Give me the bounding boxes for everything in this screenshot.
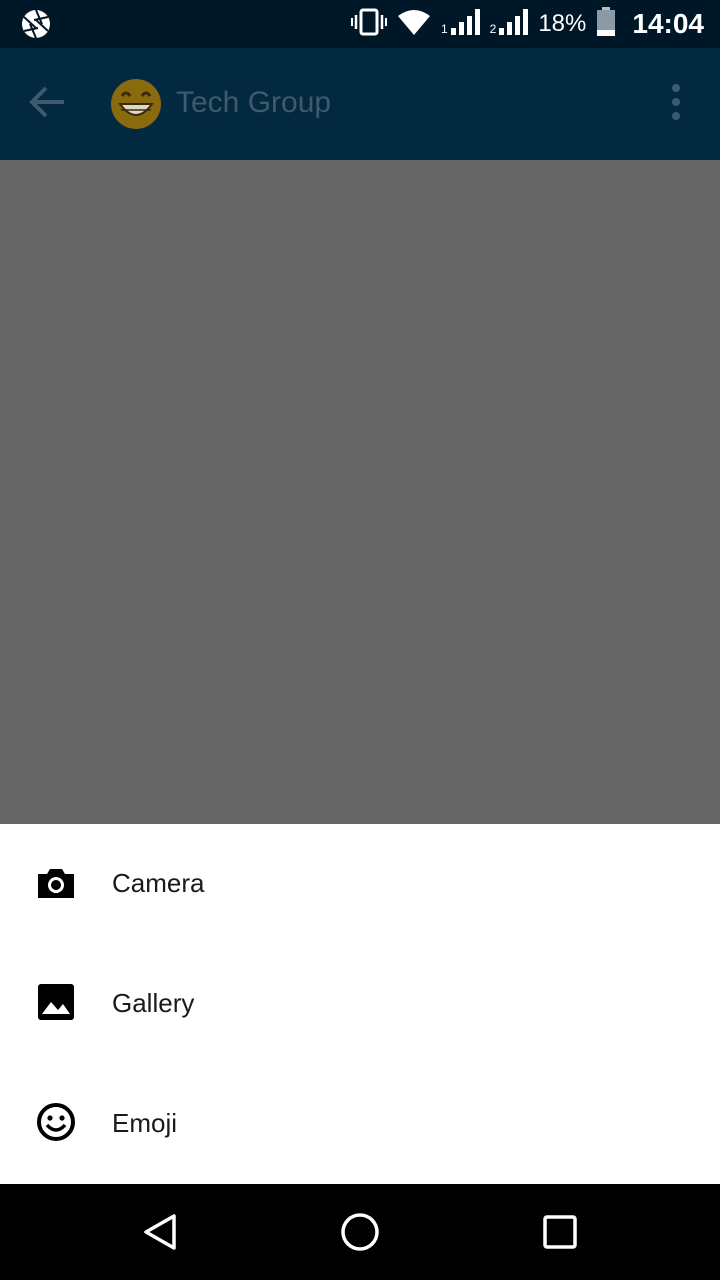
wifi-icon [397, 8, 431, 41]
signal-icon [498, 8, 529, 41]
sim1-label: 1 [440, 22, 448, 36]
nav-recents-button[interactable] [538, 1210, 582, 1254]
vibrate-icon [350, 8, 387, 41]
more-vert-icon [672, 84, 680, 120]
overflow-menu-button[interactable] [660, 82, 692, 122]
arrow-back-icon [29, 86, 64, 118]
system-nav-bar [0, 1184, 720, 1280]
camera-icon [36, 862, 76, 902]
camera-aperture-icon [20, 8, 52, 40]
battery-percent: 18% [538, 10, 587, 37]
app-bar: Tech Group [0, 48, 720, 160]
sheet-item-label: Camera [112, 868, 205, 898]
nav-back-button[interactable] [138, 1210, 182, 1254]
home-circle-icon [341, 1213, 379, 1251]
sheet-item-label: Gallery [112, 988, 195, 1018]
sheet-item-emoji[interactable]: Emoji [0, 1064, 720, 1184]
status-bar: 1 2 18% 14:04 [0, 0, 720, 48]
attachment-bottom-sheet: Camera Gallery Emoji [0, 824, 720, 1184]
back-triangle-icon [144, 1214, 176, 1250]
group-avatar[interactable] [110, 78, 162, 130]
sim2-label: 2 [489, 22, 497, 36]
smiley-icon [36, 1102, 76, 1142]
battery-icon [596, 6, 616, 42]
sheet-item-camera[interactable]: Camera [0, 824, 720, 944]
modal-scrim[interactable] [0, 160, 720, 824]
group-title[interactable]: Tech Group [176, 86, 331, 120]
nav-home-button[interactable] [338, 1210, 382, 1254]
sheet-item-label: Emoji [112, 1108, 178, 1138]
signal-icon [450, 8, 480, 41]
clock: 14:04 [632, 8, 704, 39]
sheet-item-gallery[interactable]: Gallery [0, 944, 720, 1064]
recents-square-icon [543, 1215, 577, 1249]
image-icon [36, 982, 76, 1022]
back-button[interactable] [28, 82, 84, 126]
grinning-emoji-avatar [111, 79, 161, 129]
